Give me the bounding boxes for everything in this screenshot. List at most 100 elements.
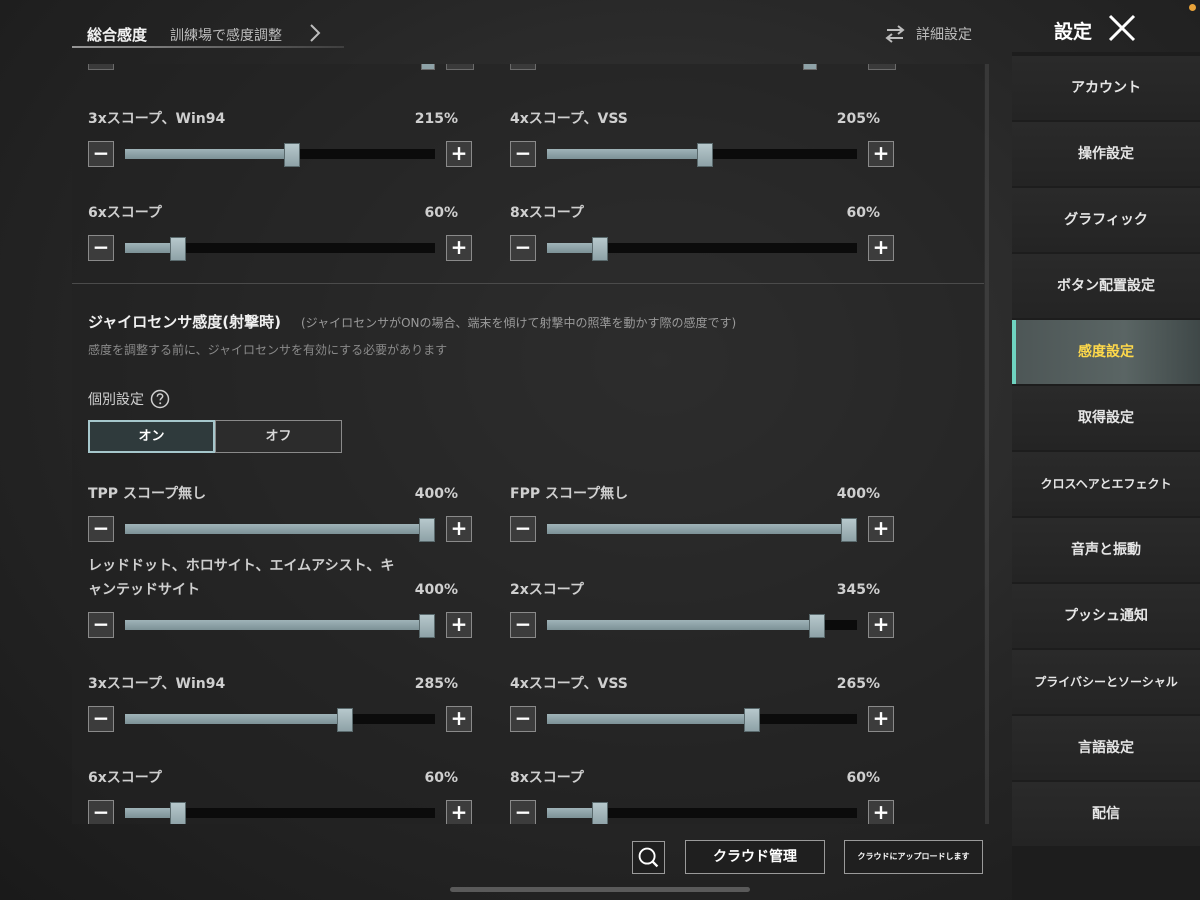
slider-gyro-scope-8x[interactable]: 8xスコープ 60% − + [494, 766, 894, 824]
slider-track[interactable] [125, 614, 435, 638]
slider-gyro-scope-2x[interactable]: 2xスコープ 345% − + [494, 578, 894, 638]
slider-thumb[interactable] [592, 802, 608, 824]
increase-button[interactable]: + [868, 516, 894, 542]
decrease-button[interactable]: − [510, 516, 536, 542]
increase-button[interactable]: + [868, 800, 894, 824]
slider-track[interactable] [547, 614, 857, 638]
slider-thumb[interactable] [170, 802, 186, 824]
sidebar-item-pickup[interactable]: 取得設定 [1012, 386, 1200, 450]
decrease-button[interactable]: − [88, 612, 114, 638]
tab-training-adjust[interactable]: 訓練場で感度調整 [170, 25, 282, 45]
search-button[interactable] [632, 841, 665, 874]
slider-label: レッドドット、ホロサイト、エイムアシスト、キャンテッドサイト [88, 558, 395, 598]
slider-thumb[interactable] [809, 614, 825, 638]
chevron-right-icon[interactable] [305, 22, 325, 44]
slider-track[interactable] [125, 708, 435, 732]
decrease-button[interactable]: − [510, 612, 536, 638]
slider-gyro-fpp-no-scope[interactable]: FPP スコープ無し 400% − + [494, 482, 894, 542]
cutoff-plus-button[interactable] [446, 64, 474, 70]
increase-button[interactable]: + [446, 235, 472, 261]
slider-track[interactable] [547, 518, 857, 542]
slider-thumb[interactable] [284, 143, 300, 167]
slider-value: 345% [836, 582, 880, 598]
decrease-button[interactable]: − [510, 706, 536, 732]
decrease-button[interactable]: − [510, 141, 536, 167]
slider-gyro-red-dot[interactable]: レッドドット、ホロサイト、エイムアシスト、キャンテッドサイト 400% − + [72, 554, 472, 638]
close-icon[interactable] [1106, 12, 1138, 44]
increase-button[interactable]: + [868, 141, 894, 167]
slider-gyro-scope-3x-win94[interactable]: 3xスコープ、Win94 285% − + [72, 672, 472, 732]
slider-track[interactable] [125, 237, 435, 261]
slider-track[interactable] [547, 237, 857, 261]
sidebar-item-streaming[interactable]: 配信 [1012, 782, 1200, 846]
cloud-manage-button[interactable]: クラウド管理 [685, 840, 825, 874]
slider-gyro-tpp-no-scope[interactable]: TPP スコープ無し 400% − + [72, 482, 472, 542]
toggle-on-button[interactable]: オン [88, 420, 215, 453]
slider-gyro-scope-4x-vss[interactable]: 4xスコープ、VSS 265% − + [494, 672, 894, 732]
detail-settings-button[interactable]: 詳細設定 [884, 22, 972, 46]
sidebar-item-push-notifications[interactable]: プッシュ通知 [1012, 584, 1200, 648]
slider-track[interactable] [125, 802, 435, 824]
increase-button[interactable]: + [446, 706, 472, 732]
sidebar-item-sensitivity[interactable]: 感度設定 [1012, 320, 1200, 384]
slider-thumb[interactable] [697, 143, 713, 167]
page-title: 設定 [1054, 21, 1093, 43]
sidebar-item-graphics[interactable]: グラフィック [1012, 188, 1200, 252]
scrollbar[interactable] [985, 64, 989, 824]
slider-scope-4x-vss[interactable]: 4xスコープ、VSS 205% − + [494, 107, 894, 167]
increase-button[interactable]: + [446, 516, 472, 542]
sidebar-item-language[interactable]: 言語設定 [1012, 716, 1200, 780]
tab-general-sensitivity[interactable]: 総合感度 [87, 24, 147, 45]
toggle-off-button[interactable]: オフ [215, 420, 342, 453]
sidebar-item-account[interactable]: アカウント [1012, 56, 1200, 120]
slider-gyro-scope-6x[interactable]: 6xスコープ 60% − + [72, 766, 472, 824]
slider-thumb[interactable] [744, 708, 760, 732]
increase-button[interactable]: + [446, 800, 472, 824]
sidebar-item-privacy-social[interactable]: プライバシーとソーシャル [1012, 650, 1200, 714]
settings-content-panel[interactable]: 3xスコープ、Win94 215% − + 4xスコープ、VSS 205% − + 6xスコ… [72, 64, 984, 824]
slider-thumb[interactable] [841, 518, 857, 542]
decrease-button[interactable]: − [88, 141, 114, 167]
sidebar-item-crosshair-effects[interactable]: クロスヘアとエフェクト [1012, 452, 1200, 516]
slider-label: 4xスコープ、VSS [510, 676, 628, 692]
slider-thumb[interactable] [337, 708, 353, 732]
cloud-upload-button[interactable]: クラウドにアップロードします [844, 840, 983, 874]
slider-thumb[interactable] [419, 518, 435, 542]
slider-value: 60% [424, 205, 458, 221]
slider-scope-3x-win94[interactable]: 3xスコープ、Win94 215% − + [72, 107, 472, 167]
slider-track[interactable] [125, 143, 435, 167]
cutoff-slider-thumb[interactable] [421, 64, 435, 70]
cutoff-plus-button[interactable] [868, 64, 896, 70]
decrease-button[interactable]: − [88, 235, 114, 261]
swap-arrows-icon [885, 25, 905, 43]
slider-thumb[interactable] [419, 614, 435, 638]
help-icon[interactable] [150, 389, 170, 409]
increase-button[interactable]: + [868, 706, 894, 732]
slider-track[interactable] [547, 708, 857, 732]
slider-scope-6x[interactable]: 6xスコープ 60% − + [72, 201, 472, 261]
increase-button[interactable]: + [868, 235, 894, 261]
cutoff-minus-button[interactable] [510, 64, 536, 70]
detail-settings-label: 詳細設定 [916, 27, 972, 43]
slider-scope-8x[interactable]: 8xスコープ 60% − + [494, 201, 894, 261]
slider-track[interactable] [547, 143, 857, 167]
increase-button[interactable]: + [446, 141, 472, 167]
sidebar-item-controls[interactable]: 操作設定 [1012, 122, 1200, 186]
decrease-button[interactable]: − [510, 235, 536, 261]
increase-button[interactable]: + [868, 612, 894, 638]
sidebar-item-button-layout[interactable]: ボタン配置設定 [1012, 254, 1200, 318]
decrease-button[interactable]: − [88, 800, 114, 824]
slider-thumb[interactable] [170, 237, 186, 261]
cutoff-slider-thumb[interactable] [803, 64, 817, 70]
status-indicator-dot [1189, 4, 1196, 11]
home-indicator[interactable] [450, 887, 750, 892]
slider-track[interactable] [547, 802, 857, 824]
decrease-button[interactable]: − [88, 516, 114, 542]
increase-button[interactable]: + [446, 612, 472, 638]
slider-thumb[interactable] [592, 237, 608, 261]
sidebar-item-audio-vibration[interactable]: 音声と振動 [1012, 518, 1200, 582]
cutoff-minus-button[interactable] [88, 64, 114, 70]
slider-track[interactable] [125, 518, 435, 542]
decrease-button[interactable]: − [510, 800, 536, 824]
decrease-button[interactable]: − [88, 706, 114, 732]
